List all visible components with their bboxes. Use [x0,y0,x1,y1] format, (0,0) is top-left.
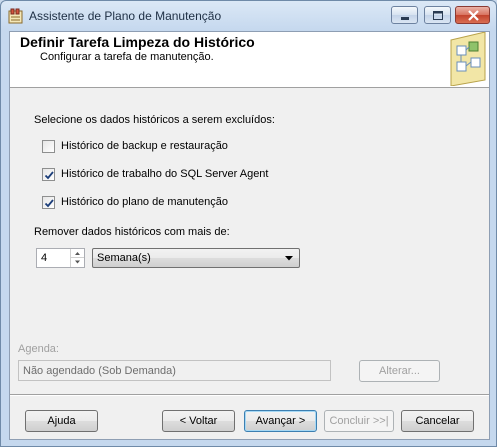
select-data-label: Selecione os dados históricos a serem ex… [34,114,275,126]
page-subtitle: Configurar a tarefa de manutenção. [40,51,214,63]
backup-history-label[interactable]: Histórico de backup e restauração [61,140,228,152]
stepper-down-button[interactable] [71,258,84,267]
footer-divider [10,394,489,396]
wizard-app-icon [8,8,23,24]
checkmark-icon [44,171,54,180]
stepper-up-button[interactable] [71,249,84,258]
age-numeric-stepper[interactable]: 4 [36,248,85,268]
plan-history-checkbox[interactable] [42,196,55,209]
cancel-button[interactable]: Cancelar [401,410,474,432]
age-unit-value: Semana(s) [97,252,151,264]
maximize-button[interactable] [424,6,451,24]
remove-older-label: Remover dados históricos com mais de: [34,226,230,238]
schedule-value: Não agendado (Sob Demanda) [23,365,176,377]
help-button[interactable]: Ajuda [25,410,98,432]
back-button[interactable]: < Voltar [162,410,235,432]
plan-history-label[interactable]: Histórico do plano de manutenção [61,196,228,208]
schedule-label: Agenda: [18,343,59,355]
minimize-button[interactable] [391,6,418,24]
checkmark-icon [44,199,54,208]
wizard-header: Definir Tarefa Limpeza do Histórico Conf… [10,32,489,88]
agent-history-checkbox[interactable] [42,168,55,181]
age-value[interactable]: 4 [41,252,47,264]
chevron-down-icon [285,256,293,261]
finish-button[interactable]: Concluir >>| [324,410,394,432]
close-icon [468,10,479,21]
title-bar[interactable]: Assistente de Plano de Manutenção [1,1,496,31]
stepper-buttons [70,249,84,267]
backup-history-checkbox[interactable] [42,140,55,153]
maximize-icon [433,11,443,20]
schedule-field: Não agendado (Sob Demanda) [18,360,331,381]
window-title: Assistente de Plano de Manutenção [29,9,222,23]
wizard-window: Assistente de Plano de Manutenção Defini… [0,0,497,447]
arrow-up-icon [75,252,80,255]
agent-history-label[interactable]: Histórico de trabalho do SQL Server Agen… [61,168,269,180]
page-title: Definir Tarefa Limpeza do Histórico [20,34,255,50]
arrow-down-icon [75,260,80,264]
age-unit-dropdown[interactable]: Semana(s) [92,248,300,268]
change-schedule-button[interactable]: Alterar... [359,360,440,382]
minimize-icon [401,17,409,20]
wizard-graphic-icon [450,32,486,86]
close-button[interactable] [455,6,490,24]
wizard-body: Definir Tarefa Limpeza do Histórico Conf… [9,31,490,440]
next-button[interactable]: Avançar > [244,410,317,432]
